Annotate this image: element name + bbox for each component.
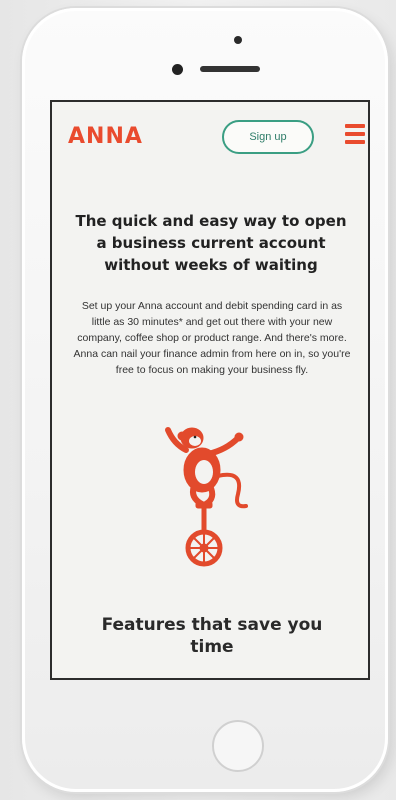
hero-body-text: Set up your Anna account and debit spend… bbox=[73, 300, 351, 376]
home-button[interactable] bbox=[212, 720, 264, 772]
hero-headline: The quick and easy way to open a busines… bbox=[75, 212, 347, 274]
camera-dot bbox=[234, 36, 242, 44]
hamburger-menu-icon[interactable] bbox=[345, 124, 365, 146]
monkey-on-unicycle-icon bbox=[165, 427, 248, 567]
anna-logo[interactable]: ANNA bbox=[68, 124, 143, 149]
features-heading: Features that save you time bbox=[101, 615, 323, 657]
menu-bar bbox=[345, 132, 365, 136]
phone-screen: ANNA Sign up The quick and easy way to o… bbox=[50, 100, 370, 680]
sign-up-button[interactable]: Sign up bbox=[222, 120, 314, 154]
earpiece-speaker bbox=[200, 66, 260, 72]
menu-bar bbox=[345, 124, 365, 128]
top-nav: ANNA Sign up bbox=[52, 102, 368, 176]
menu-bar bbox=[345, 140, 365, 144]
front-camera bbox=[172, 64, 183, 75]
